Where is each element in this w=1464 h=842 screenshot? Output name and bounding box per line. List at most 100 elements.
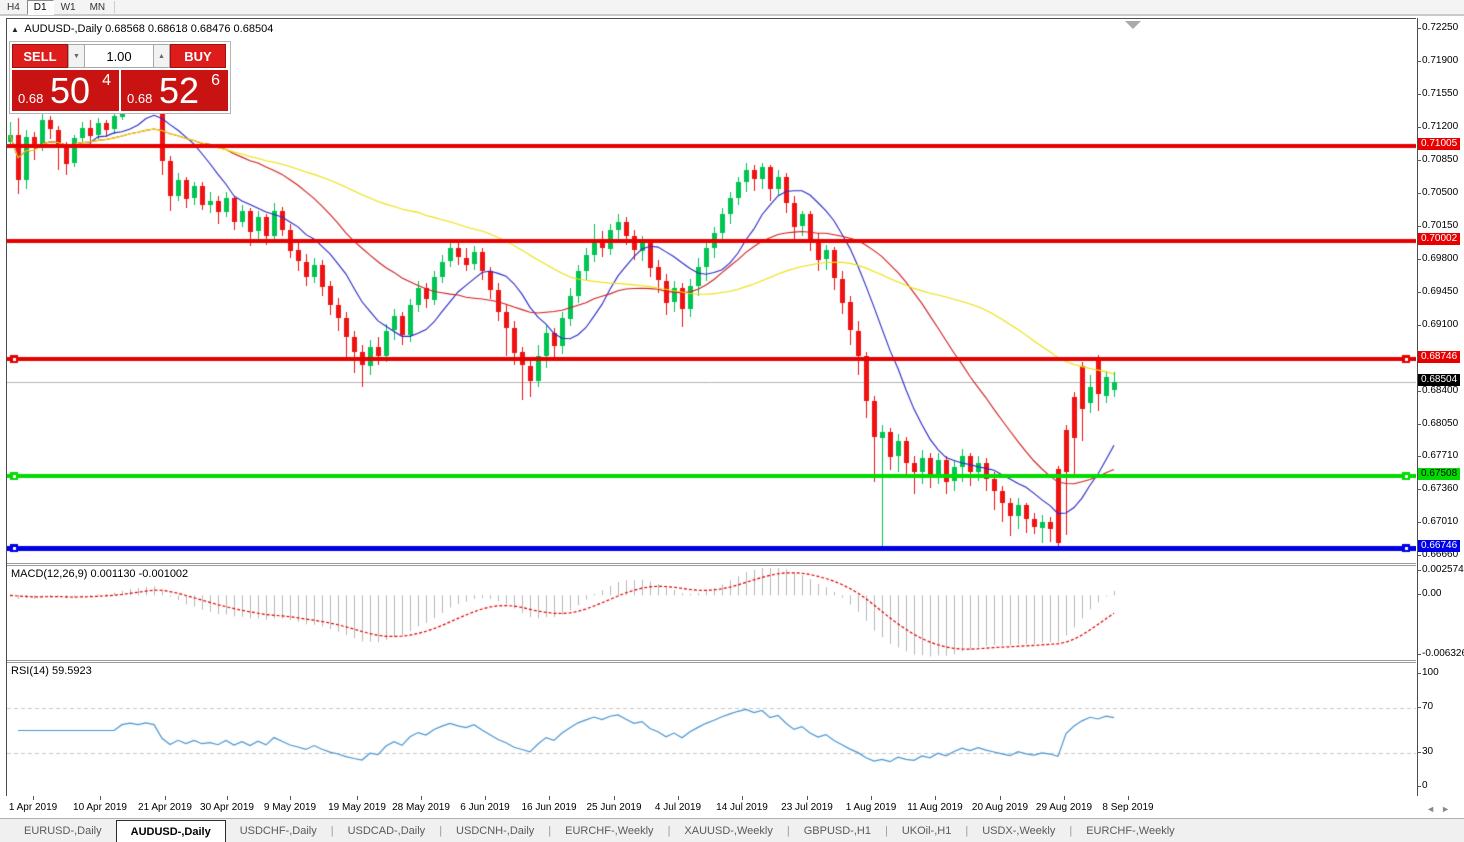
chart-symbol-label: AUDUSD-,Daily: [24, 23, 102, 35]
date-axis-label: 10 Apr 2019: [73, 802, 127, 813]
chart-tab-gbpusd-h1[interactable]: GBPUSD-,H1: [790, 819, 885, 842]
macd-axis-tick: 0.002574: [1417, 564, 1464, 575]
buy-button[interactable]: BUY: [170, 44, 226, 68]
date-axis-label: 25 Jun 2019: [586, 802, 642, 813]
chart-scroll-arrows[interactable]: ◄►: [1426, 804, 1456, 814]
chart-tab-eurchf-weekly[interactable]: EURCHF-,Weekly: [551, 819, 667, 842]
price-axis-tick: 0.70500: [1416, 187, 1459, 198]
date-axis-label: 1 Aug 2019: [845, 802, 897, 813]
timeframe-toolbar: H4 D1 W1 MN: [0, 0, 1464, 16]
rsi-value: 59.5923: [51, 665, 92, 677]
rsi-axis-tick: 70: [1416, 701, 1434, 712]
one-click-trade-panel: SELL ▼ ▲ BUY 0.68 50 4 0.68 52 6: [9, 41, 231, 114]
date-axis-tick: [165, 796, 166, 800]
volume-input[interactable]: [85, 44, 153, 68]
macd-axis-tick: 0.00: [1416, 588, 1442, 599]
macd-main-value: 0.001130: [90, 568, 136, 580]
rsi-pane-canvas[interactable]: [7, 663, 1416, 796]
timeframe-button-w1[interactable]: W1: [54, 0, 83, 15]
level-price-label: 0.67508: [1418, 468, 1461, 480]
date-axis-label: 6 Jun 2019: [460, 802, 510, 813]
ohlc-open: 0.68568: [105, 23, 145, 35]
chart-tab-eurusd-daily[interactable]: EURUSD-,Daily: [10, 819, 116, 842]
level-price-label: 0.71005: [1418, 138, 1461, 150]
level-price-label: 0.66746: [1418, 540, 1461, 552]
price-axis-tick: 0.67010: [1416, 516, 1459, 527]
chart-tab-xauusd-weekly[interactable]: XAUUSD-,Weekly: [670, 819, 786, 842]
date-axis-label: 11 Aug 2019: [907, 802, 963, 813]
date-axis-tick: [935, 796, 936, 800]
price-axis-tick: 0.69800: [1416, 253, 1459, 264]
chart-tab-usdcnh-daily[interactable]: USDCNH-,Daily: [442, 819, 548, 842]
rsi-name: RSI(14): [11, 665, 49, 677]
date-axis-tick: [227, 796, 228, 800]
chart-window[interactable]: ▲ AUDUSD-,Daily 0.68568 0.68618 0.68476 …: [6, 18, 1416, 797]
ask-quote-box[interactable]: 0.68 52 6: [121, 70, 228, 111]
price-axis-tick: 0.67710: [1416, 450, 1459, 461]
chart-tab-bar: EURUSD-,Daily AUDUSD-,Daily USDCHF-,Daily |…: [0, 818, 1464, 842]
date-axis-tick: [614, 796, 615, 800]
level-price-label: 0.68746: [1418, 351, 1461, 363]
date-axis-tick: [100, 796, 101, 800]
price-axis-tick: 0.67360: [1416, 483, 1459, 494]
date-axis-label: 9 May 2019: [263, 802, 317, 813]
date-axis-label: 23 Jul 2019: [781, 802, 833, 813]
ask-price-prefix: 0.68: [127, 91, 153, 106]
date-axis-label: 19 May 2019: [328, 802, 386, 813]
date-axis-label: 14 Jul 2019: [716, 802, 768, 813]
level-price-label: 0.70002: [1418, 233, 1461, 245]
macd-name: MACD(12,26,9): [11, 568, 88, 580]
timeframe-button-d1[interactable]: D1: [26, 0, 54, 15]
price-axis[interactable]: 0.72250 0.71900 0.71550 0.71200 0.70850 0.705…: [1416, 18, 1464, 796]
rsi-indicator-label: RSI(14) 59.5923: [11, 665, 92, 677]
price-axis-tick: 0.71550: [1416, 88, 1459, 99]
macd-signal-value: -0.001002: [138, 568, 189, 580]
ask-price-big: 52: [159, 70, 200, 111]
ohlc-close: 0.68504: [233, 23, 274, 35]
bid-quote-box[interactable]: 0.68 50 4: [12, 70, 119, 111]
price-axis-tick: 0.68050: [1416, 418, 1459, 429]
rsi-axis-tick: 100: [1417, 667, 1439, 678]
macd-axis-tick: -0.006326: [1416, 648, 1464, 659]
price-axis-tick: 0.71900: [1416, 55, 1459, 66]
date-axis-tick: [485, 796, 486, 800]
chart-tab-usdx-weekly[interactable]: USDX-,Weekly: [968, 819, 1069, 842]
terminal-window: H4 D1 W1 MN ▲ AUDUSD-,Daily 0.68568 0.68…: [0, 0, 1464, 842]
sell-button[interactable]: SELL: [12, 44, 68, 68]
chart-shift-marker-icon[interactable]: [1125, 21, 1141, 29]
macd-indicator-label: MACD(12,26,9) 0.001130 -0.001002: [11, 568, 188, 580]
volume-increase-button[interactable]: ▲: [153, 44, 170, 68]
chart-ohlc-header: ▲ AUDUSD-,Daily 0.68568 0.68618 0.68476 …: [11, 23, 273, 35]
date-axis-label: 29 Aug 2019: [1035, 802, 1093, 813]
volume-decrease-button[interactable]: ▼: [68, 44, 85, 68]
ohlc-expand-icon[interactable]: ▲: [11, 25, 19, 34]
price-axis-tick: 0.70850: [1416, 154, 1459, 165]
date-axis-tick: [290, 796, 291, 800]
chart-tab-audusd-daily[interactable]: AUDUSD-,Daily: [115, 820, 226, 842]
date-axis-label: 20 Aug 2019: [971, 802, 1029, 813]
date-axis[interactable]: ◄► 1 Apr 2019 10 Apr 2019 21 Apr 2019 30 Ap…: [0, 796, 1464, 818]
chart-tab-usdchf-daily[interactable]: USDCHF-,Daily: [226, 819, 331, 842]
date-axis-tick: [549, 796, 550, 800]
bid-price-big: 50: [50, 70, 91, 111]
date-axis-tick: [742, 796, 743, 800]
current-price-label: 0.68504: [1418, 374, 1461, 386]
chart-tab-ukoil-h1[interactable]: UKOil-,H1: [888, 819, 966, 842]
date-axis-tick: [33, 796, 34, 800]
date-axis-tick: [357, 796, 358, 800]
timeframe-button-h4[interactable]: H4: [0, 0, 27, 15]
ask-price-pip: 6: [211, 72, 220, 89]
date-axis-tick: [1128, 796, 1129, 800]
price-axis-tick: 0.68400: [1416, 385, 1459, 396]
chart-tab-usdcad-daily[interactable]: USDCAD-,Daily: [334, 819, 440, 842]
date-axis-label: 21 Apr 2019: [138, 802, 192, 813]
toolbar-separator: [114, 1, 116, 13]
timeframe-button-mn[interactable]: MN: [83, 0, 113, 15]
price-axis-tick: 0.69100: [1416, 319, 1459, 330]
chart-tab-eurchf-weekly[interactable]: EURCHF-,Weekly: [1072, 819, 1188, 842]
date-axis-label: 8 Sep 2019: [1102, 802, 1154, 813]
macd-pane-canvas[interactable]: [7, 566, 1416, 660]
bid-price-pip: 4: [102, 72, 111, 89]
date-axis-tick: [807, 796, 808, 800]
ohlc-low: 0.68476: [190, 23, 231, 35]
